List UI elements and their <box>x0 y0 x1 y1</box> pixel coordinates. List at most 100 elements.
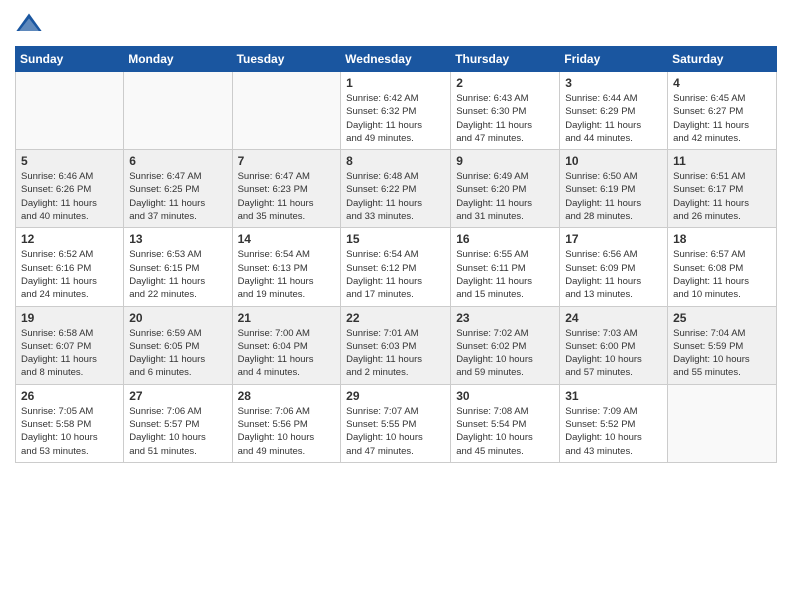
day-number: 26 <box>21 389 118 403</box>
day-info: Sunrise: 6:49 AM Sunset: 6:20 PM Dayligh… <box>456 170 554 223</box>
day-info: Sunrise: 7:06 AM Sunset: 5:57 PM Dayligh… <box>129 405 226 458</box>
day-number: 3 <box>565 76 662 90</box>
calendar-cell: 14 Sunrise: 6:54 AM Sunset: 6:13 PM Dayli… <box>232 228 341 306</box>
day-number: 21 <box>238 311 336 325</box>
day-number: 16 <box>456 232 554 246</box>
day-info: Sunrise: 6:47 AM Sunset: 6:23 PM Dayligh… <box>238 170 336 223</box>
day-number: 30 <box>456 389 554 403</box>
week-row-2: 5Sunrise: 6:46 AM Sunset: 6:26 PM Daylig… <box>16 150 777 228</box>
calendar-cell: 11 Sunrise: 6:51 AM Sunset: 6:17 PM Dayli… <box>668 150 777 228</box>
calendar: SundayMondayTuesdayWednesdayThursdayFrid… <box>15 46 777 463</box>
day-info: Sunrise: 7:08 AM Sunset: 5:54 PM Dayligh… <box>456 405 554 458</box>
calendar-cell: 15 Sunrise: 6:54 AM Sunset: 6:12 PM Dayli… <box>341 228 451 306</box>
day-info: Sunrise: 6:48 AM Sunset: 6:22 PM Dayligh… <box>346 170 445 223</box>
calendar-cell: 18 Sunrise: 6:57 AM Sunset: 6:08 PM Dayli… <box>668 228 777 306</box>
calendar-cell: 20 Sunrise: 6:59 AM Sunset: 6:05 PM Dayli… <box>124 306 232 384</box>
day-info: Sunrise: 6:42 AM Sunset: 6:32 PM Dayligh… <box>346 92 445 145</box>
calendar-cell: 31 Sunrise: 7:09 AM Sunset: 5:52 PM Dayli… <box>560 384 668 462</box>
day-number: 15 <box>346 232 445 246</box>
weekday-header-friday: Friday <box>560 47 668 72</box>
day-number: 12 <box>21 232 118 246</box>
weekday-header-monday: Monday <box>124 47 232 72</box>
calendar-cell: 10 Sunrise: 6:50 AM Sunset: 6:19 PM Dayli… <box>560 150 668 228</box>
week-row-3: 12 Sunrise: 6:52 AM Sunset: 6:16 PM Dayli… <box>16 228 777 306</box>
day-number: 7 <box>238 154 336 168</box>
page: SundayMondayTuesdayWednesdayThursdayFrid… <box>0 0 792 612</box>
day-number: 11 <box>673 154 771 168</box>
day-info: Sunrise: 7:06 AM Sunset: 5:56 PM Dayligh… <box>238 405 336 458</box>
day-number: 4 <box>673 76 771 90</box>
weekday-header-sunday: Sunday <box>16 47 124 72</box>
day-info: Sunrise: 6:56 AM Sunset: 6:09 PM Dayligh… <box>565 248 662 301</box>
day-info: Sunrise: 7:02 AM Sunset: 6:02 PM Dayligh… <box>456 327 554 380</box>
calendar-cell: 4 Sunrise: 6:45 AM Sunset: 6:27 PM Daylig… <box>668 72 777 150</box>
day-info: Sunrise: 6:43 AM Sunset: 6:30 PM Dayligh… <box>456 92 554 145</box>
day-info: Sunrise: 6:47 AM Sunset: 6:25 PM Dayligh… <box>129 170 226 223</box>
day-number: 1 <box>346 76 445 90</box>
calendar-cell <box>668 384 777 462</box>
calendar-cell: 13Sunrise: 6:53 AM Sunset: 6:15 PM Dayli… <box>124 228 232 306</box>
calendar-cell: 25 Sunrise: 7:04 AM Sunset: 5:59 PM Dayli… <box>668 306 777 384</box>
day-number: 27 <box>129 389 226 403</box>
day-number: 24 <box>565 311 662 325</box>
day-number: 25 <box>673 311 771 325</box>
day-info: Sunrise: 7:04 AM Sunset: 5:59 PM Dayligh… <box>673 327 771 380</box>
calendar-cell: 27 Sunrise: 7:06 AM Sunset: 5:57 PM Dayli… <box>124 384 232 462</box>
calendar-cell: 22 Sunrise: 7:01 AM Sunset: 6:03 PM Dayli… <box>341 306 451 384</box>
day-info: Sunrise: 7:07 AM Sunset: 5:55 PM Dayligh… <box>346 405 445 458</box>
day-number: 5 <box>21 154 118 168</box>
day-number: 18 <box>673 232 771 246</box>
calendar-cell: 21Sunrise: 7:00 AM Sunset: 6:04 PM Dayli… <box>232 306 341 384</box>
week-row-5: 26 Sunrise: 7:05 AM Sunset: 5:58 PM Dayli… <box>16 384 777 462</box>
day-info: Sunrise: 6:50 AM Sunset: 6:19 PM Dayligh… <box>565 170 662 223</box>
weekday-header-thursday: Thursday <box>451 47 560 72</box>
day-info: Sunrise: 6:45 AM Sunset: 6:27 PM Dayligh… <box>673 92 771 145</box>
calendar-cell <box>16 72 124 150</box>
day-info: Sunrise: 6:55 AM Sunset: 6:11 PM Dayligh… <box>456 248 554 301</box>
week-row-1: 1 Sunrise: 6:42 AM Sunset: 6:32 PM Daylig… <box>16 72 777 150</box>
calendar-cell: 28 Sunrise: 7:06 AM Sunset: 5:56 PM Dayli… <box>232 384 341 462</box>
logo <box>15 10 46 38</box>
weekday-header-tuesday: Tuesday <box>232 47 341 72</box>
calendar-cell: 17Sunrise: 6:56 AM Sunset: 6:09 PM Dayli… <box>560 228 668 306</box>
day-info: Sunrise: 7:01 AM Sunset: 6:03 PM Dayligh… <box>346 327 445 380</box>
week-row-4: 19 Sunrise: 6:58 AM Sunset: 6:07 PM Dayli… <box>16 306 777 384</box>
calendar-cell: 6 Sunrise: 6:47 AM Sunset: 6:25 PM Daylig… <box>124 150 232 228</box>
calendar-cell: 19 Sunrise: 6:58 AM Sunset: 6:07 PM Dayli… <box>16 306 124 384</box>
calendar-cell: 2 Sunrise: 6:43 AM Sunset: 6:30 PM Daylig… <box>451 72 560 150</box>
day-info: Sunrise: 6:57 AM Sunset: 6:08 PM Dayligh… <box>673 248 771 301</box>
calendar-cell: 5Sunrise: 6:46 AM Sunset: 6:26 PM Daylig… <box>16 150 124 228</box>
day-number: 20 <box>129 311 226 325</box>
day-info: Sunrise: 6:59 AM Sunset: 6:05 PM Dayligh… <box>129 327 226 380</box>
day-info: Sunrise: 7:03 AM Sunset: 6:00 PM Dayligh… <box>565 327 662 380</box>
calendar-cell: 29Sunrise: 7:07 AM Sunset: 5:55 PM Dayli… <box>341 384 451 462</box>
day-info: Sunrise: 6:51 AM Sunset: 6:17 PM Dayligh… <box>673 170 771 223</box>
header <box>15 10 777 38</box>
day-info: Sunrise: 6:54 AM Sunset: 6:12 PM Dayligh… <box>346 248 445 301</box>
day-info: Sunrise: 7:05 AM Sunset: 5:58 PM Dayligh… <box>21 405 118 458</box>
calendar-cell: 3Sunrise: 6:44 AM Sunset: 6:29 PM Daylig… <box>560 72 668 150</box>
day-number: 10 <box>565 154 662 168</box>
logo-icon <box>15 10 43 38</box>
day-number: 31 <box>565 389 662 403</box>
day-number: 19 <box>21 311 118 325</box>
day-info: Sunrise: 6:52 AM Sunset: 6:16 PM Dayligh… <box>21 248 118 301</box>
day-number: 6 <box>129 154 226 168</box>
calendar-cell: 1 Sunrise: 6:42 AM Sunset: 6:32 PM Daylig… <box>341 72 451 150</box>
calendar-cell <box>124 72 232 150</box>
calendar-cell: 12 Sunrise: 6:52 AM Sunset: 6:16 PM Dayli… <box>16 228 124 306</box>
day-number: 22 <box>346 311 445 325</box>
day-number: 2 <box>456 76 554 90</box>
day-number: 8 <box>346 154 445 168</box>
calendar-cell: 24 Sunrise: 7:03 AM Sunset: 6:00 PM Dayli… <box>560 306 668 384</box>
day-number: 14 <box>238 232 336 246</box>
weekday-header-row: SundayMondayTuesdayWednesdayThursdayFrid… <box>16 47 777 72</box>
day-number: 23 <box>456 311 554 325</box>
calendar-cell: 7 Sunrise: 6:47 AM Sunset: 6:23 PM Daylig… <box>232 150 341 228</box>
day-number: 28 <box>238 389 336 403</box>
day-info: Sunrise: 6:58 AM Sunset: 6:07 PM Dayligh… <box>21 327 118 380</box>
day-info: Sunrise: 6:54 AM Sunset: 6:13 PM Dayligh… <box>238 248 336 301</box>
calendar-cell <box>232 72 341 150</box>
calendar-cell: 23 Sunrise: 7:02 AM Sunset: 6:02 PM Dayli… <box>451 306 560 384</box>
day-info: Sunrise: 7:09 AM Sunset: 5:52 PM Dayligh… <box>565 405 662 458</box>
